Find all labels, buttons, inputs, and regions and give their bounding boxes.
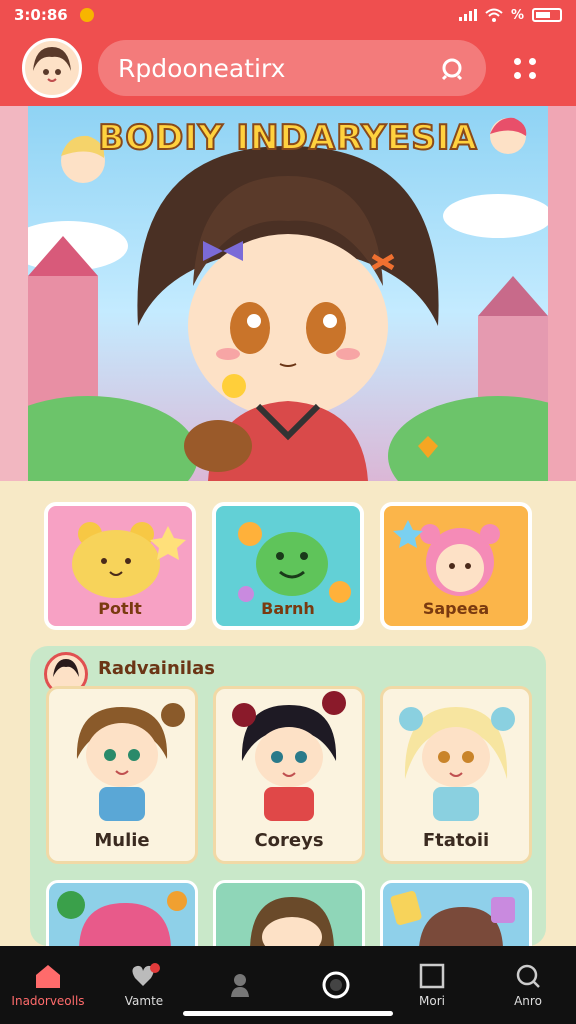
search-icon: [516, 964, 540, 988]
person-icon: [231, 974, 249, 997]
record-icon: [322, 971, 350, 999]
character-card-partial-3[interactable]: [380, 880, 532, 950]
clock: 3:0:86: [14, 6, 68, 24]
character-image: [57, 891, 187, 947]
nav-label: Inadorveolls: [11, 994, 85, 1008]
character-image: [232, 691, 346, 821]
character-name: Coreys: [254, 830, 324, 851]
nav-item-vamte[interactable]: Vamte: [96, 946, 192, 1024]
search-icon[interactable]: [438, 54, 466, 82]
character-card-partial-2[interactable]: [213, 880, 365, 950]
nav-label: Anro: [514, 994, 542, 1008]
avatar[interactable]: [22, 38, 82, 98]
nav-label: Vamte: [124, 994, 164, 1008]
hero-illustration: [28, 117, 548, 481]
signal-icon: [458, 9, 477, 21]
category-label: Barnh: [261, 599, 315, 618]
app-header: Rpdooneatirx: [0, 30, 576, 106]
character-image: [250, 897, 334, 947]
notification-icon: [79, 8, 94, 22]
section-title: Radvainilas: [98, 658, 215, 679]
nav-item-mori[interactable]: Mori: [384, 946, 480, 1024]
home-indicator[interactable]: [183, 1011, 393, 1016]
hero-title: BODIY INDARYESIA: [97, 117, 478, 159]
heart-icon: [132, 963, 160, 986]
category-card-barnh[interactable]: Barnh: [212, 502, 364, 630]
category-label: Sapeea: [422, 599, 490, 618]
character-card-ftatoii[interactable]: Ftatoii: [380, 686, 532, 864]
category-card-sapeea[interactable]: Sapeea: [380, 502, 532, 630]
battery-icon: [532, 8, 562, 22]
character-card-partial-1[interactable]: [46, 880, 198, 950]
category-card-potlt[interactable]: Potlt: [44, 502, 196, 630]
hero-edge-right: [548, 106, 576, 481]
character-image: [390, 891, 515, 947]
character-image: [76, 703, 185, 821]
home-icon: [36, 965, 60, 988]
square-icon: [419, 963, 445, 989]
status-icons: %: [458, 7, 562, 23]
search-input[interactable]: Rpdooneatirx: [118, 54, 438, 83]
hero-banner[interactable]: BODIY INDARYESIA: [28, 106, 548, 481]
status-bar: 3:0:86 %: [0, 0, 576, 30]
nav-item-home[interactable]: Inadorveolls: [0, 946, 96, 1024]
hero-edge-left: [0, 106, 28, 481]
character-name: Ftatoii: [422, 830, 490, 851]
character-image: [399, 707, 515, 821]
more-menu-icon[interactable]: [510, 53, 540, 83]
search-bar[interactable]: Rpdooneatirx: [98, 40, 486, 96]
character-name: Mulie: [94, 830, 150, 851]
character-card-coreys[interactable]: Coreys: [213, 686, 365, 864]
nav-label: Mori: [419, 994, 445, 1008]
wifi-icon: [485, 8, 503, 22]
battery-percent: %: [510, 7, 524, 23]
category-label: Potlt: [98, 599, 142, 618]
nav-item-anro[interactable]: Anro: [480, 946, 576, 1024]
character-card-mulie[interactable]: Mulie: [46, 686, 198, 864]
